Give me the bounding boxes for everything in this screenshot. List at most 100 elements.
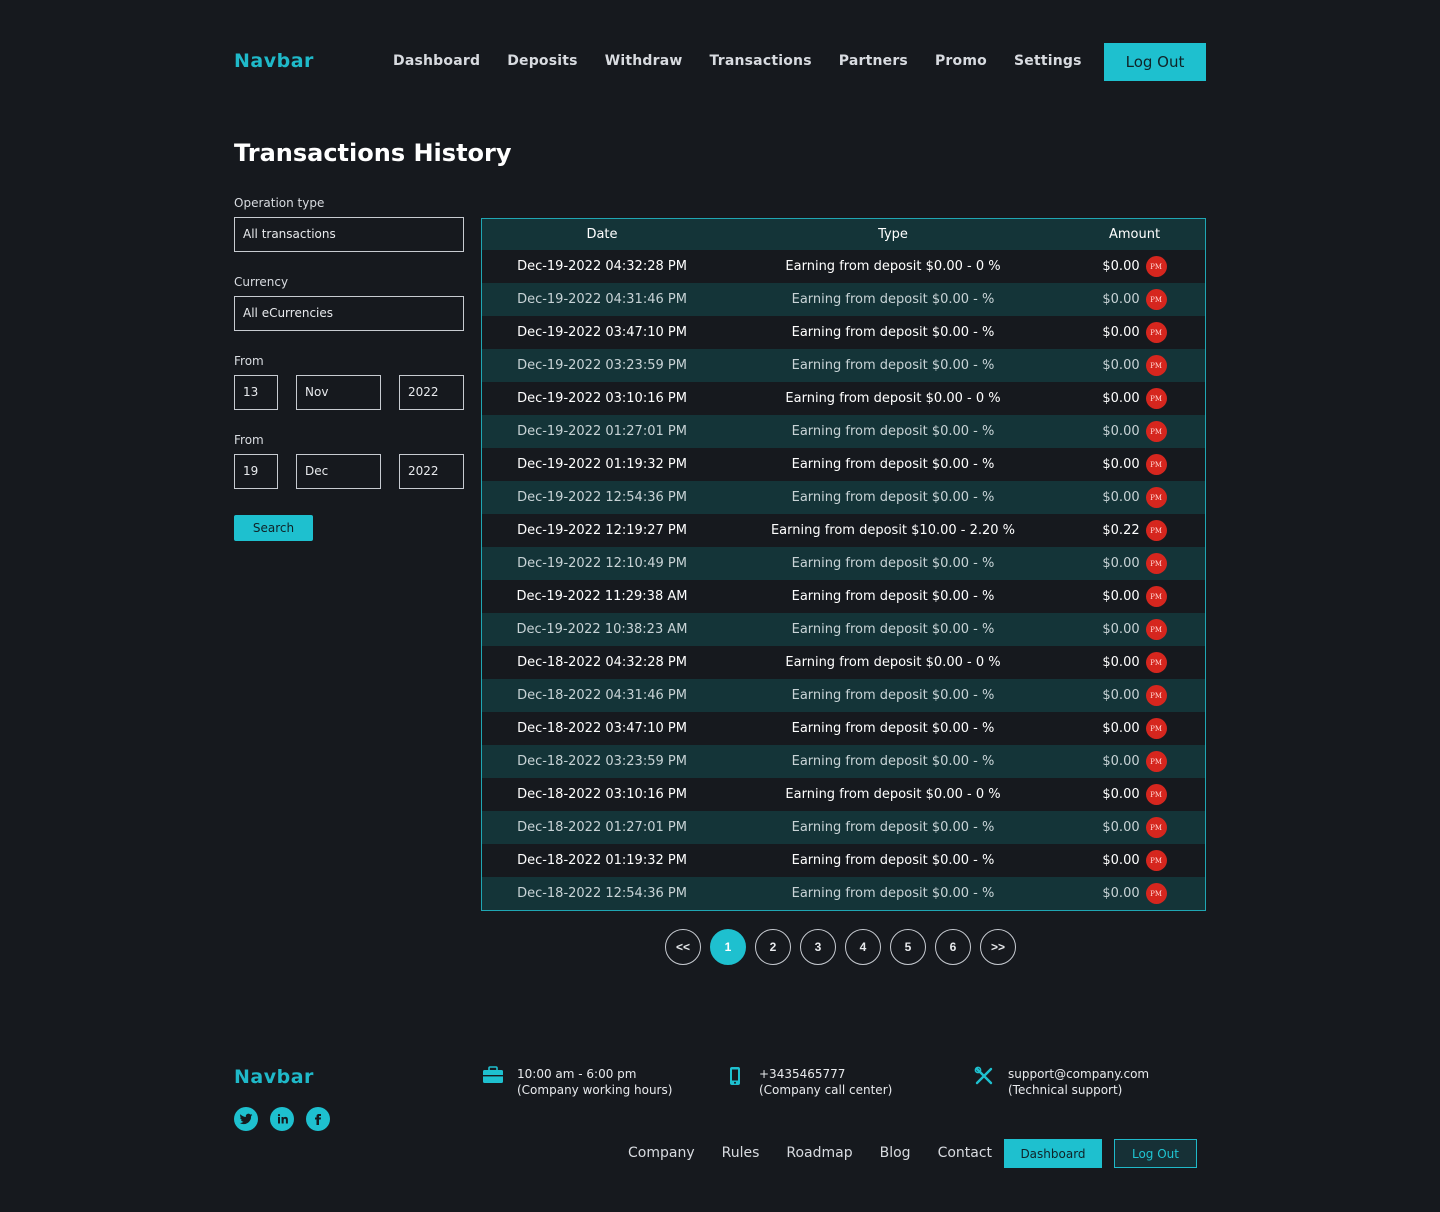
table-row: Dec-19-2022 11:29:38 AM Earning from depo… — [482, 580, 1205, 613]
to-date-label: From — [234, 433, 264, 447]
row-amount: $0.00 — [1102, 886, 1140, 901]
row-date: Dec-19-2022 04:31:46 PM — [517, 292, 687, 307]
perfect-money-badge-icon: PM — [1145, 322, 1167, 343]
row-type: Earning from deposit $0.00 - % — [791, 589, 995, 604]
operation-type-label: Operation type — [234, 196, 325, 210]
to-month-select[interactable]: Dec — [296, 454, 381, 489]
from-day-select[interactable]: 13 — [234, 375, 278, 410]
support-email[interactable]: support@company.com — [1008, 1066, 1149, 1082]
page-4-button[interactable]: 4 — [845, 929, 881, 965]
row-date: Dec-18-2022 01:27:01 PM — [517, 820, 687, 835]
logout-button[interactable]: Log Out — [1104, 43, 1206, 81]
row-amount-cell: $0.00 PM — [1064, 580, 1205, 613]
linkedin-icon[interactable] — [270, 1107, 294, 1131]
nav-link-promo[interactable]: Promo — [935, 53, 987, 69]
social-links — [234, 1107, 330, 1131]
perfect-money-badge-icon: PM — [1145, 718, 1167, 739]
page-2-button[interactable]: 2 — [755, 929, 791, 965]
row-date: Dec-18-2022 03:23:59 PM — [517, 754, 687, 769]
row-type: Earning from deposit $0.00 - % — [791, 358, 995, 373]
row-type: Earning from deposit $0.00 - 0 % — [785, 259, 1001, 274]
nav-link-settings[interactable]: Settings — [1014, 53, 1082, 69]
nav-link-partners[interactable]: Partners — [839, 53, 908, 69]
currency-label: Currency — [234, 275, 289, 289]
row-amount-cell: $0.00 PM — [1064, 745, 1205, 778]
nav-link-deposits[interactable]: Deposits — [507, 53, 578, 69]
row-amount-cell: $0.00 PM — [1064, 250, 1205, 283]
perfect-money-badge-icon: PM — [1145, 619, 1167, 640]
row-type: Earning from deposit $0.00 - % — [791, 325, 995, 340]
footer-link-blog[interactable]: Blog — [880, 1145, 911, 1161]
row-amount: $0.00 — [1102, 490, 1140, 505]
working-hours-info: 10:00 am - 6:00 pm (Company working hour… — [481, 1066, 672, 1098]
search-button[interactable]: Search — [234, 515, 313, 541]
page-next-button[interactable]: >> — [980, 929, 1016, 965]
page-prev-button[interactable]: << — [665, 929, 701, 965]
nav-link-withdraw[interactable]: Withdraw — [605, 53, 683, 69]
perfect-money-badge-icon: PM — [1145, 520, 1167, 541]
row-date: Dec-19-2022 01:27:01 PM — [517, 424, 687, 439]
page-3-button[interactable]: 3 — [800, 929, 836, 965]
footer-link-rules[interactable]: Rules — [722, 1145, 760, 1161]
call-center-caption: (Company call center) — [759, 1083, 893, 1097]
perfect-money-badge-icon: PM — [1145, 487, 1167, 508]
row-amount: $0.00 — [1102, 358, 1140, 373]
facebook-icon[interactable] — [306, 1107, 330, 1131]
row-amount: $0.00 — [1102, 259, 1140, 274]
row-date: Dec-18-2022 04:32:28 PM — [517, 655, 687, 670]
page-6-button[interactable]: 6 — [935, 929, 971, 965]
row-type: Earning from deposit $0.00 - 0 % — [785, 391, 1001, 406]
perfect-money-badge-icon: PM — [1145, 289, 1167, 310]
row-amount-cell: $0.00 PM — [1064, 547, 1205, 580]
row-date: Dec-19-2022 03:47:10 PM — [517, 325, 687, 340]
perfect-money-badge-icon: PM — [1145, 586, 1167, 607]
footer-dashboard-button[interactable]: Dashboard — [1004, 1139, 1102, 1168]
to-day-select[interactable]: 19 — [234, 454, 278, 489]
footer-brand-logo[interactable]: Navbar — [234, 1066, 314, 1088]
row-amount-cell: $0.00 PM — [1064, 316, 1205, 349]
table-row: Dec-19-2022 01:19:32 PM Earning from depo… — [482, 448, 1205, 481]
perfect-money-badge-icon: PM — [1145, 355, 1167, 376]
column-header-amount: Amount — [1108, 227, 1161, 242]
row-amount: $0.00 — [1102, 424, 1140, 439]
table-row: Dec-19-2022 12:19:27 PM Earning from depo… — [482, 514, 1205, 547]
row-date: Dec-19-2022 10:38:23 AM — [516, 622, 688, 637]
row-amount: $0.00 — [1102, 292, 1140, 307]
to-date-row: 19 Dec 2022 — [234, 454, 464, 489]
row-date: Dec-18-2022 03:47:10 PM — [517, 721, 687, 736]
table-row: Dec-19-2022 03:47:10 PM Earning from depo… — [482, 316, 1205, 349]
row-amount: $0.00 — [1102, 655, 1140, 670]
currency-select[interactable]: All eCurrencies — [234, 296, 464, 331]
footer-link-contact[interactable]: Contact — [938, 1145, 992, 1161]
to-year-select[interactable]: 2022 — [399, 454, 464, 489]
perfect-money-badge-icon: PM — [1145, 388, 1167, 409]
row-type: Earning from deposit $0.00 - % — [791, 853, 995, 868]
brand-logo[interactable]: Navbar — [234, 50, 314, 72]
from-month-select[interactable]: Nov — [296, 375, 381, 410]
row-amount: $0.00 — [1102, 787, 1140, 802]
row-date: Dec-19-2022 12:10:49 PM — [517, 556, 687, 571]
row-type: Earning from deposit $0.00 - % — [791, 556, 995, 571]
table-row: Dec-19-2022 12:54:36 PM Earning from depo… — [482, 481, 1205, 514]
footer-logout-button[interactable]: Log Out — [1114, 1139, 1197, 1168]
table-row: Dec-19-2022 03:10:16 PM Earning from depo… — [482, 382, 1205, 415]
operation-type-select[interactable]: All transactions — [234, 217, 464, 252]
perfect-money-badge-icon: PM — [1145, 421, 1167, 442]
row-date: Dec-19-2022 01:19:32 PM — [517, 457, 687, 472]
row-amount-cell: $0.00 PM — [1064, 778, 1205, 811]
nav-link-dashboard[interactable]: Dashboard — [393, 53, 480, 69]
footer-link-company[interactable]: Company — [628, 1145, 695, 1161]
row-date: Dec-18-2022 01:19:32 PM — [517, 853, 687, 868]
from-year-select[interactable]: 2022 — [399, 375, 464, 410]
perfect-money-badge-icon: PM — [1145, 817, 1167, 838]
call-center-phone[interactable]: +3435465777 — [759, 1066, 892, 1082]
row-amount: $0.00 — [1102, 325, 1140, 340]
nav-link-transactions[interactable]: Transactions — [710, 53, 812, 69]
page-1-button[interactable]: 1 — [710, 929, 746, 965]
footer-link-roadmap[interactable]: Roadmap — [786, 1145, 852, 1161]
row-type: Earning from deposit $0.00 - % — [791, 457, 995, 472]
page-5-button[interactable]: 5 — [890, 929, 926, 965]
twitter-icon[interactable] — [234, 1107, 258, 1131]
support-info: support@company.com (Technical support) — [972, 1066, 1149, 1098]
row-type: Earning from deposit $0.00 - 0 % — [785, 655, 1001, 670]
